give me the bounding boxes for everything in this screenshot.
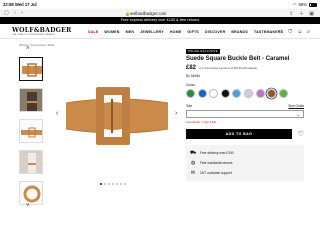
- user-icon[interactable]: ☺: [297, 29, 302, 35]
- carousel-dot[interactable]: [112, 183, 114, 185]
- status-bar: 22:58 Wed 17 Jul ◠ 65%: [0, 0, 320, 9]
- search-icon[interactable]: ⌕: [307, 29, 310, 35]
- globe-icon: ◍: [190, 160, 196, 167]
- swatch-light-blue[interactable]: [232, 89, 242, 99]
- colour-label: Colour: [186, 83, 196, 88]
- perk-text: 24/7 customer support: [200, 171, 232, 176]
- carousel-dot[interactable]: [104, 183, 106, 185]
- thumbnail-2[interactable]: [19, 88, 43, 112]
- wifi-icon: ◠: [292, 2, 297, 7]
- url-text[interactable]: wolfandbadger.com: [130, 11, 166, 16]
- swatch-lilac[interactable]: [243, 89, 253, 99]
- swatch-white[interactable]: [209, 89, 219, 99]
- thumbnail-5[interactable]: [19, 181, 43, 205]
- swatch-green[interactable]: [186, 89, 195, 99]
- heart-icon[interactable]: ♡: [279, 29, 283, 35]
- carousel-dot[interactable]: [116, 183, 118, 185]
- sidebar-toggle-icon[interactable]: ▢ ‹ ›: [4, 10, 25, 16]
- nav-men[interactable]: MEN: [126, 30, 135, 34]
- main-nav: SALE WOMEN MEN JEWELLERY HOME GIFTS DISC…: [88, 30, 283, 34]
- size-select[interactable]: ⌄: [186, 110, 304, 119]
- nav-brands[interactable]: BRANDS: [231, 30, 248, 34]
- product-info: ONLINE EXCLUSIVE Suede Square Buckle Bel…: [186, 48, 304, 182]
- chevron-down-icon: ⌄: [296, 112, 300, 118]
- belt-image: [62, 55, 172, 175]
- model2-thumb-image: [20, 151, 42, 173]
- breadcrumb[interactable]: Women / Accessories / Belts: [19, 43, 54, 47]
- bag-icon[interactable]: ⛉: [288, 29, 292, 35]
- status-time: 22:58 Wed 17 Jul: [3, 2, 37, 7]
- add-to-bag-button[interactable]: ADD TO BAG: [186, 129, 292, 140]
- thumb-down-icon[interactable]: ˅: [26, 203, 30, 209]
- belt-coil-thumb-image: [20, 182, 42, 204]
- size-label: Size: [186, 104, 193, 109]
- model-thumb-image: [20, 89, 42, 111]
- thumbnail-1[interactable]: [19, 57, 43, 81]
- thumb-up-icon[interactable]: ˄: [26, 46, 30, 52]
- next-image-icon[interactable]: ›: [175, 110, 177, 117]
- image-carousel-dots: [100, 183, 126, 185]
- product-title: Suede Square Buckle Belt - Caramel: [186, 55, 290, 62]
- header-icons: ♡ ⛉ ☺ ⌕: [279, 29, 310, 35]
- battery-percent: 65%: [298, 2, 307, 7]
- carousel-dot[interactable]: [100, 183, 102, 185]
- thumbnail-3[interactable]: [19, 119, 43, 143]
- perk-item: ◍ Free worldwide returns: [190, 158, 300, 168]
- nav-home[interactable]: HOME: [170, 30, 182, 34]
- product-price: £82: [186, 65, 197, 72]
- carousel-dot[interactable]: [124, 183, 126, 185]
- colour-swatches: [186, 89, 304, 99]
- carousel-dot[interactable]: [108, 183, 110, 185]
- site-logo-tagline: THE HOME OF INDEPENDENT BRANDS: [12, 33, 55, 36]
- chat-icon: ✉: [190, 170, 196, 177]
- perks-box: ⛟ Free delivery over £150 ◍ Free worldwi…: [186, 145, 304, 182]
- brand-link[interactable]: By Betillia: [186, 74, 304, 78]
- size-guide-link[interactable]: Size Guide: [288, 104, 304, 108]
- perk-text: Free worldwide returns: [200, 161, 233, 166]
- truck-icon: ⛟: [190, 149, 197, 156]
- online-exclusive-badge: ONLINE EXCLUSIVE: [186, 49, 220, 54]
- nav-gifts[interactable]: GIFTS: [187, 30, 199, 34]
- promo-banner[interactable]: Free express delivery over £150 & free r…: [0, 17, 320, 24]
- wishlist-heart-icon[interactable]: ♡: [298, 130, 304, 138]
- swatch-black[interactable]: [220, 89, 230, 99]
- prev-image-icon[interactable]: ‹: [56, 110, 58, 117]
- size-row: Size Size Guide: [186, 104, 304, 108]
- perk-item: ⛟ Free delivery over £150: [190, 148, 300, 158]
- site-header: WOLF&BADGER THE HOME OF INDEPENDENT BRAN…: [0, 24, 320, 39]
- nav-jewellery[interactable]: JEWELLERY: [140, 30, 164, 34]
- battery-icon: [309, 2, 317, 7]
- nav-women[interactable]: WOMEN: [104, 30, 119, 34]
- perk-text: Free delivery over £150: [200, 151, 234, 156]
- low-stock-notice: Low Stock - Only 1 left: [186, 120, 217, 125]
- nav-discover[interactable]: DISCOVER: [205, 30, 225, 34]
- belt-side-thumb-image: [20, 120, 42, 142]
- belt-thumb-image: [20, 58, 42, 80]
- browser-actions-icon[interactable]: ⇪ ＋ ▣: [289, 10, 316, 17]
- swatch-leaf-green[interactable]: [278, 89, 288, 99]
- perk-item: ✉ 24/7 customer support: [190, 168, 300, 178]
- carousel-dot[interactable]: [120, 183, 122, 185]
- swatch-caramel[interactable]: [267, 89, 277, 99]
- status-right: ◠ 65%: [293, 2, 317, 7]
- clearpay-text[interactable]: or 4 interest-free payments of £20.50 wi…: [199, 67, 257, 70]
- swatch-blue[interactable]: [197, 89, 207, 99]
- browser-url-bar[interactable]: ▢ ‹ › 🔒 wolfandbadger.com ⇪ ＋ ▣: [0, 9, 320, 17]
- nav-sale[interactable]: SALE: [88, 30, 98, 34]
- thumbnail-4[interactable]: [19, 150, 43, 174]
- swatch-purple[interactable]: [255, 89, 265, 99]
- price-row: £82 or 4 interest-free payments of £20.5…: [186, 65, 304, 71]
- main-product-image[interactable]: [62, 55, 172, 175]
